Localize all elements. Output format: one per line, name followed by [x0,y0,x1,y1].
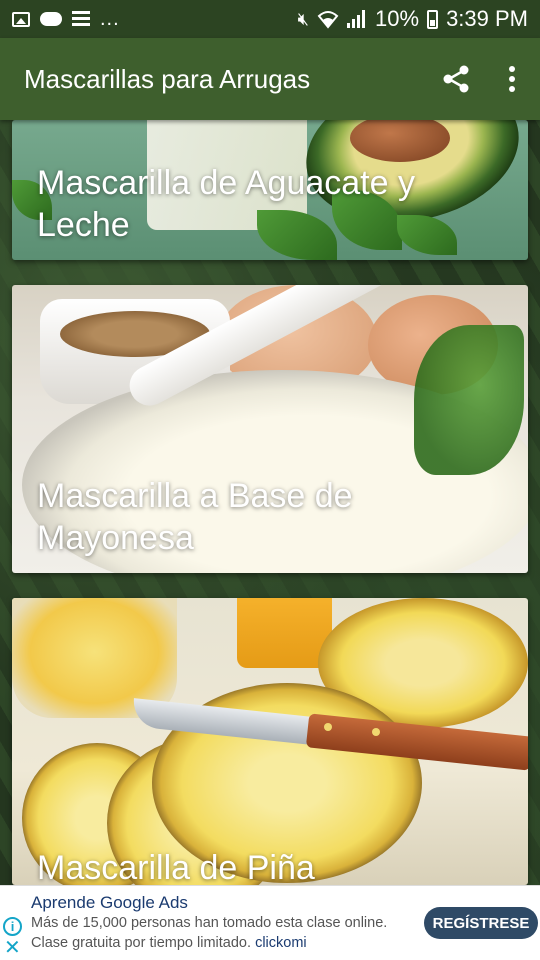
more-options-button[interactable] [484,51,540,107]
status-bar: ... 🔇︎ 10% 3:39 PM [0,0,540,38]
list-icon [72,11,90,27]
ad-info-icon[interactable]: i [3,917,22,936]
ad-close-icon[interactable]: ✕ [4,938,21,958]
signal-icon [347,10,367,28]
battery-percent: 10% [375,6,420,31]
status-right: 🔇︎ 10% 3:39 PM [298,6,528,32]
cloud-icon [40,12,62,26]
wifi-icon [317,11,339,29]
app-title: Mascarillas para Arrugas [24,63,311,94]
parsley-image [414,325,524,475]
knife-rivet [372,728,380,736]
card-title: Mascarilla a Base de Mayonesa [37,477,353,557]
card-title: Mascarilla de Aguacate y Leche [37,164,415,244]
ad-title[interactable]: Aprende Google Ads [31,893,188,913]
ad-brand: clickomi [255,935,307,951]
ad-description-2: Clase gratuita por tiempo limitado. clic… [31,935,307,951]
mute-icon: 🔇︎ [297,8,310,29]
mask-list[interactable]: Mascarilla de Aguacate y Leche Mascarill… [0,120,540,885]
status-left: ... [12,8,298,31]
card-mayonesa[interactable]: Mascarilla a Base de Mayonesa [12,285,528,573]
card-title: Mascarilla de Piña [37,849,315,885]
ad-description: Más de 15,000 personas han tomado esta c… [31,915,388,931]
card-pina[interactable]: Mascarilla de Piña [12,598,528,885]
notification-overflow: ... [100,7,120,30]
register-button[interactable]: REGÍSTRESE [424,907,538,939]
knife-rivet [324,723,332,731]
more-vert-icon [509,66,515,92]
image-icon [12,11,30,27]
app-bar: Mascarillas para Arrugas [0,38,540,120]
share-button[interactable] [428,51,484,107]
ad-description-text: Clase gratuita por tiempo limitado. [31,935,252,951]
clock: 3:39 PM [446,6,528,31]
card-aguacate-leche[interactable]: Mascarilla de Aguacate y Leche [12,120,528,260]
battery-icon [427,9,439,29]
ad-banner[interactable]: i ✕ Aprende Google Ads Más de 15,000 per… [0,885,540,960]
share-icon [443,65,469,93]
